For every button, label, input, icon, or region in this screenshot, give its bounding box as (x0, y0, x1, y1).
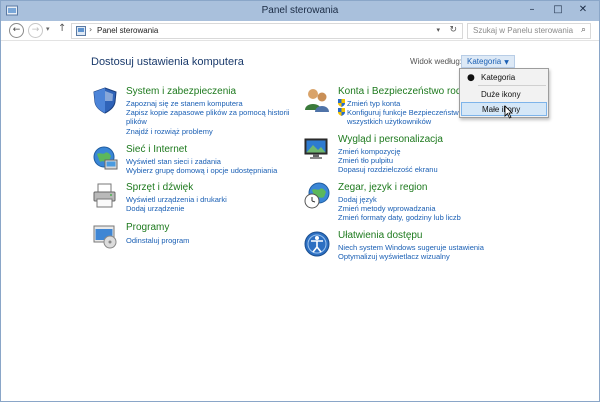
search-icon[interactable]: ⌕ (581, 25, 586, 35)
category-link[interactable]: Wybierz grupę domową i opcje udostępnian… (126, 166, 277, 175)
network-globe-icon[interactable] (91, 144, 119, 172)
category-title[interactable]: Ułatwienia dostępu (338, 230, 423, 241)
view-option-label: Duże ikony (481, 90, 521, 99)
category-link[interactable]: wszystkich użytkowników (347, 117, 431, 126)
mouse-cursor-icon (504, 105, 513, 119)
accessibility-icon[interactable] (303, 230, 331, 258)
category-link[interactable]: Dodaj język (338, 195, 377, 204)
category-title[interactable]: Sprzęt i dźwięk (126, 182, 193, 193)
category-network-internet: Sieć i Internet Wyświetl stan sieci i za… (91, 144, 301, 176)
category-link[interactable]: Wyświetl urządzenia i drukarki (126, 195, 227, 204)
selected-bullet-icon: ● (467, 73, 475, 83)
close-button[interactable]: ✕ (567, 1, 599, 19)
category-link-text: Zmień typ konta (347, 99, 401, 108)
arrow-right-icon: → (31, 25, 40, 35)
category-title[interactable]: Konta i Bezpieczeństwo rodzi (338, 86, 469, 97)
category-link[interactable]: Zmień formaty daty, godziny lub liczb (338, 213, 461, 222)
menu-separator (478, 85, 546, 86)
window-title: Panel sterowania (261, 5, 339, 16)
category-link[interactable]: Zmień tło pulpitu (338, 156, 393, 165)
refresh-icon[interactable]: ↻ (449, 25, 457, 35)
control-panel-small-icon (76, 26, 86, 36)
view-by-label: Widok według: (410, 57, 463, 66)
uac-shield-icon (338, 99, 345, 107)
breadcrumb-separator-icon: › (89, 25, 93, 34)
category-appearance: Wygląd i personalizacja Zmień kompozycję… (303, 134, 503, 176)
category-link[interactable]: Zapoznaj się ze stanem komputera (126, 99, 243, 108)
forward-button[interactable]: → (28, 23, 43, 38)
view-option-category[interactable]: ● Kategoria (461, 71, 547, 85)
up-button[interactable]: ↑ (58, 23, 66, 34)
category-title[interactable]: Programy (126, 222, 169, 233)
category-title[interactable]: Zegar, język i region (338, 182, 428, 193)
printer-icon[interactable] (91, 182, 119, 210)
view-option-large-icons[interactable]: Duże ikony (461, 88, 547, 102)
arrow-left-icon: ← (12, 25, 21, 35)
search-box[interactable]: Szukaj w Panelu sterowania ⌕ (467, 23, 591, 39)
category-link[interactable]: Niech system Windows sugeruje ustawienia (338, 243, 484, 252)
users-icon[interactable] (303, 86, 331, 114)
programs-icon[interactable] (91, 222, 119, 250)
category-system-security: System i zabezpieczenia Zapoznaj się ze … (91, 86, 291, 136)
category-title[interactable]: System i zabezpieczenia (126, 86, 236, 97)
breadcrumb-control-panel[interactable]: Panel sterowania (97, 26, 158, 35)
category-link[interactable]: Odinstaluj program (126, 236, 189, 245)
view-option-label: Małe ikony (482, 105, 521, 114)
category-clock-language-region: Zegar, język i region Dodaj język Zmień … (303, 182, 503, 224)
category-link[interactable]: Zmień typ konta (338, 99, 400, 108)
category-link[interactable]: Dodaj urządzenie (126, 204, 184, 213)
category-link[interactable]: Optymalizuj wyświetlacz wizualny (338, 252, 450, 261)
address-row: ← → ▾ ↑ › Panel sterowania ▾ ↻ Szukaj w … (1, 21, 599, 41)
address-dropdown-icon[interactable]: ▾ (436, 26, 440, 34)
back-button[interactable]: ← (9, 23, 24, 38)
control-panel-window: Panel sterowania – □ ✕ ← → ▾ ↑ › Panel s… (0, 0, 600, 402)
category-link-text: Konfiguruj funkcje Bezpieczeństwo (347, 108, 463, 117)
category-link[interactable]: Zmień metody wprowadzania (338, 204, 436, 213)
search-placeholder: Szukaj w Panelu sterowania (473, 26, 574, 35)
chevron-down-icon: ▾ (46, 25, 50, 33)
view-option-label: Kategoria (481, 73, 516, 82)
category-programs: Programy Odinstaluj program (91, 222, 291, 252)
category-user-accounts: Konta i Bezpieczeństwo rodzi Zmień typ k… (303, 86, 469, 131)
arrow-up-icon: ↑ (58, 23, 67, 34)
title-bar[interactable]: Panel sterowania – □ ✕ (1, 1, 599, 21)
category-hardware-sound: Sprzęt i dźwięk Wyświetl urządzenia i dr… (91, 182, 291, 214)
address-bar[interactable]: › Panel sterowania ▾ ↻ (71, 23, 463, 39)
uac-shield-icon (338, 108, 345, 116)
category-link[interactable]: Zmień kompozycję (338, 147, 401, 156)
minimize-button[interactable]: – (519, 1, 545, 19)
category-link[interactable]: Zapisz kopie zapasowe plików za pomocą h… (126, 108, 289, 117)
category-title[interactable]: Sieć i Internet (126, 144, 187, 155)
category-link[interactable]: Dopasuj rozdzielczość ekranu (338, 165, 438, 174)
shield-icon[interactable] (91, 86, 119, 114)
category-link[interactable]: plików (126, 117, 147, 126)
view-by-selector[interactable]: Kategoria ▼ (461, 55, 515, 68)
category-title[interactable]: Wygląd i personalizacja (338, 134, 443, 145)
category-link[interactable]: Konfiguruj funkcje Bezpieczeństwo (338, 108, 463, 117)
category-ease-of-access: Ułatwienia dostępu Niech system Windows … (303, 230, 503, 262)
chevron-down-icon: ▼ (504, 59, 509, 66)
clock-globe-icon[interactable] (303, 182, 331, 210)
display-icon[interactable] (303, 134, 331, 162)
view-by-value: Kategoria (467, 57, 502, 66)
recent-locations-dropdown[interactable]: ▾ (46, 25, 50, 33)
category-link[interactable]: Znajdź i rozwiąż problemy (126, 127, 213, 136)
page-heading: Dostosuj ustawienia komputera (91, 56, 244, 68)
category-link[interactable]: Wyświetl stan sieci i zadania (126, 157, 221, 166)
